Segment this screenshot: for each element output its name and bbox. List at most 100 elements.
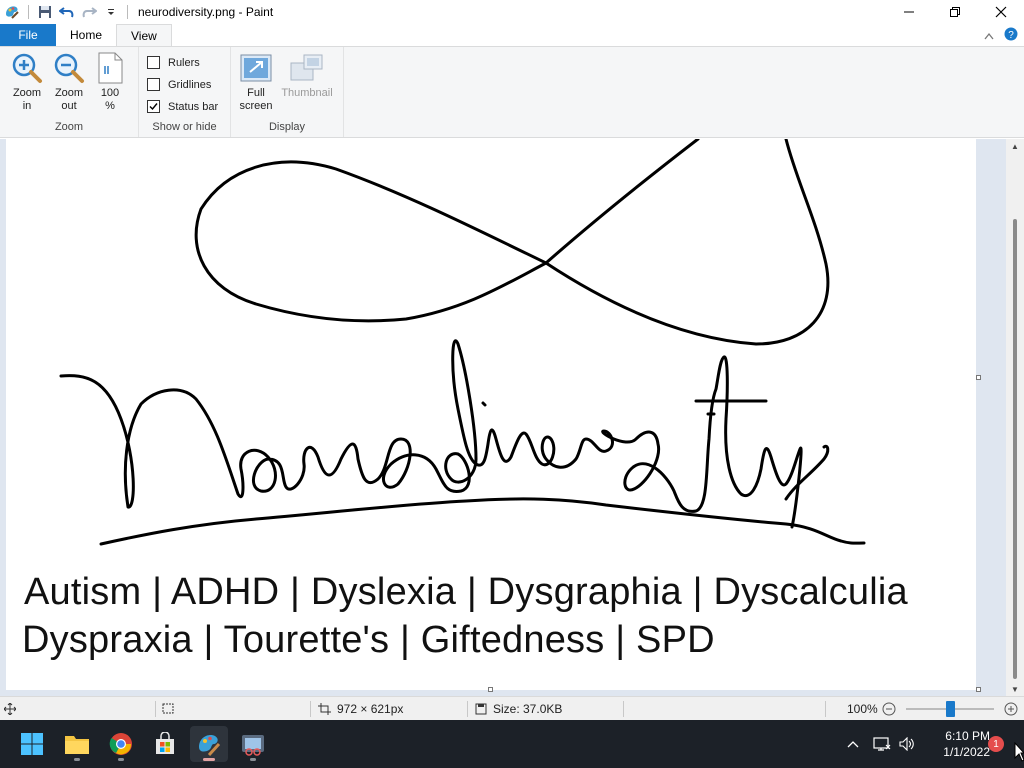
running-indicator <box>118 758 124 761</box>
zoom-out-small-button[interactable] <box>882 697 896 720</box>
statusbar-checkbox-box[interactable] <box>147 100 160 113</box>
checkmark-icon <box>149 103 158 111</box>
customize-qat-icon[interactable] <box>101 2 121 22</box>
image-canvas[interactable]: Autism | ADHD | Dyslexia | Dysgraphia | … <box>6 139 976 690</box>
thumbnail-label: Thumbnail <box>281 87 333 99</box>
window-controls <box>886 0 1024 24</box>
taskbar-file-explorer[interactable] <box>58 726 96 762</box>
zoom-in-label-2: in <box>22 100 32 112</box>
tab-home[interactable]: Home <box>56 24 116 46</box>
status-bar: 972 × 621px Size: 37.0KB 100% <box>0 696 1024 720</box>
speaker-icon <box>899 737 914 751</box>
rulers-checkbox-box[interactable] <box>147 56 160 69</box>
selection-size <box>162 697 175 720</box>
redo-icon[interactable] <box>79 2 99 22</box>
save-icon[interactable] <box>35 2 55 22</box>
zoom-out-label: Zoom <box>54 87 84 99</box>
windows-logo-icon <box>21 733 43 755</box>
close-button[interactable] <box>978 0 1024 24</box>
thumbnail-icon <box>290 51 324 85</box>
statusbar-checkbox[interactable]: Status bar <box>147 100 218 113</box>
selection-icon <box>162 703 174 713</box>
rulers-checkbox[interactable]: Rulers <box>147 56 200 69</box>
taskbar-chrome[interactable] <box>102 726 140 762</box>
plus-circle-icon <box>1004 702 1018 715</box>
mouse-cursor-icon <box>1014 742 1024 762</box>
maximize-button[interactable] <box>932 0 978 24</box>
tab-file[interactable]: File <box>0 24 56 46</box>
gridlines-label: Gridlines <box>168 78 212 91</box>
quick-access-toolbar: neurodiversity.png - Paint <box>0 0 273 24</box>
taskbar-store[interactable] <box>146 726 184 762</box>
image-dimensions: 972 × 621px <box>318 697 403 720</box>
svg-text:?: ? <box>1008 30 1014 41</box>
rulers-label: Rulers <box>168 56 200 69</box>
show-hide-group-label: Show or hide <box>152 121 217 133</box>
zoom-in-icon <box>10 51 44 85</box>
system-clock[interactable]: 6:10 PM 1/1/2022 <box>928 728 990 760</box>
signature-underline <box>99 497 866 546</box>
gridlines-checkbox-box[interactable] <box>147 78 160 91</box>
volume-control[interactable] <box>899 720 915 768</box>
zoom-out-icon <box>52 51 86 85</box>
resize-handle-bottom[interactable] <box>488 687 493 692</box>
scroll-thumb[interactable] <box>1013 219 1017 679</box>
taskbar-paint[interactable] <box>190 726 228 762</box>
zoom-100-button[interactable]: 100 % <box>92 51 128 113</box>
show-hidden-icons-button[interactable] <box>846 720 860 768</box>
snipping-tool-icon <box>242 735 264 756</box>
signature-i-dot <box>481 401 487 407</box>
clock-date: 1/1/2022 <box>943 745 990 759</box>
window-title: neurodiversity.png - Paint <box>138 5 274 19</box>
page-100-icon <box>93 51 127 85</box>
signature-neurodiversity <box>59 339 803 529</box>
zoom-in-button[interactable]: Zoom in <box>8 51 46 113</box>
scroll-down-arrow[interactable]: ▼ <box>1006 682 1024 696</box>
zoom-out-label-2: out <box>61 100 77 112</box>
move-cursor-icon <box>4 702 16 715</box>
file-size-text: Size: 37.0KB <box>493 701 563 716</box>
help-icon[interactable]: ? <box>1004 27 1018 44</box>
taskbar-snipping-tool[interactable] <box>234 726 272 762</box>
zoom-out-button[interactable]: Zoom out <box>50 51 88 113</box>
gridlines-checkbox[interactable]: Gridlines <box>147 78 211 91</box>
zoom-group: Zoom in Zoom out 100 % Zoom <box>0 47 139 137</box>
fullscreen-button[interactable]: Full screen <box>237 51 275 113</box>
paint-app-icon[interactable] <box>2 2 22 22</box>
scroll-up-arrow[interactable]: ▲ <box>1006 139 1024 153</box>
canvas-workspace: Autism | ADHD | Dyslexia | Dysgraphia | … <box>0 139 1024 696</box>
zoom-in-label: Zoom <box>12 87 42 99</box>
zoom-percent: 100% <box>847 701 878 716</box>
show-hide-group: Rulers Gridlines Status bar Show or hide <box>139 47 231 137</box>
notification-badge[interactable]: 1 <box>988 736 1004 752</box>
status-divider <box>467 701 468 717</box>
network-icon <box>873 737 891 751</box>
collapse-ribbon-icon[interactable] <box>984 29 994 43</box>
qat-separator <box>127 5 128 19</box>
zoom-group-label: Zoom <box>54 121 84 133</box>
zoom-100-label-2: % <box>105 100 115 112</box>
fullscreen-icon <box>239 51 273 85</box>
file-size: Size: 37.0KB <box>475 697 562 720</box>
paint-icon <box>199 735 221 757</box>
cursor-position <box>4 697 16 720</box>
infinity-symbol <box>194 139 830 346</box>
image-size-icon <box>318 702 331 715</box>
chevron-up-icon <box>847 741 859 748</box>
start-button[interactable] <box>13 726 51 762</box>
minimize-button[interactable] <box>886 0 932 24</box>
status-divider <box>825 701 826 717</box>
tab-view[interactable]: View <box>116 24 172 46</box>
taskbar: 6:10 PM 1/1/2022 <box>0 720 1024 768</box>
zoom-slider-thumb[interactable] <box>946 701 955 717</box>
status-divider <box>310 701 311 717</box>
undo-icon[interactable] <box>57 2 77 22</box>
fullscreen-label: Full <box>247 87 265 99</box>
zoom-in-small-button[interactable] <box>1004 697 1018 720</box>
vertical-scrollbar[interactable]: ▲ ▼ <box>1006 139 1024 696</box>
qat-separator <box>28 5 29 19</box>
thumbnail-button[interactable]: Thumbnail <box>277 51 337 100</box>
network-status[interactable] <box>873 720 891 768</box>
resize-handle-right[interactable] <box>976 375 981 380</box>
resize-handle-corner[interactable] <box>976 687 981 692</box>
